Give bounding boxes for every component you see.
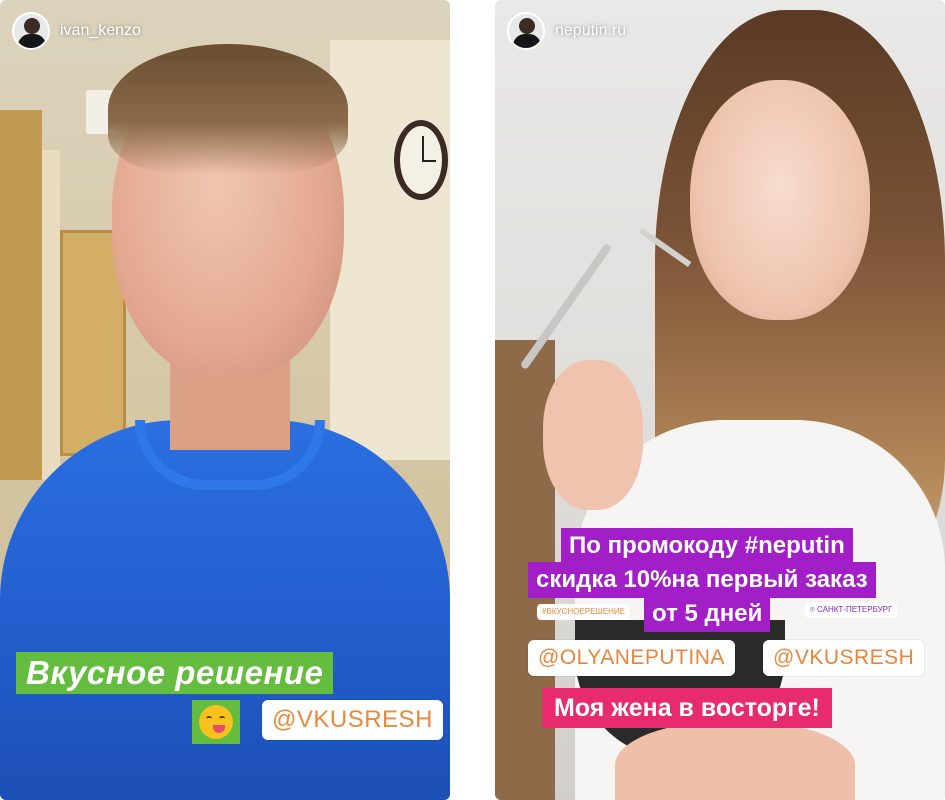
emoji-face xyxy=(199,705,233,739)
promo-text-line: от 5 дней xyxy=(644,596,771,632)
location-sticker[interactable]: ⌾ САНКТ-ПЕТЕРБУРГ xyxy=(805,602,898,618)
emoji-tongue xyxy=(213,725,225,733)
person-hair xyxy=(108,44,348,174)
caption-sticker: Моя жена в восторге! xyxy=(542,688,832,728)
story-header[interactable]: neputin.ru xyxy=(507,12,626,50)
hashtag-sticker[interactable]: #ВКУСНОЕРЕШЕНИЕ xyxy=(537,604,630,620)
person-hand-bowl xyxy=(615,720,855,800)
location-label: САНКТ-ПЕТЕРБУРГ xyxy=(817,605,893,614)
savoring-food-emoji-icon xyxy=(192,700,240,744)
promo-text-line: скидка 10%на первый заказ xyxy=(528,562,876,598)
door-left xyxy=(0,110,42,480)
avatar[interactable] xyxy=(12,12,50,50)
story-ivan-kenzo[interactable]: ivan_kenzo Вкусное решение @VKUSRESH xyxy=(0,0,450,800)
username[interactable]: neputin.ru xyxy=(555,22,626,40)
mention-sticker[interactable]: @VKUSRESH xyxy=(763,640,925,676)
person-hand xyxy=(543,360,643,510)
username[interactable]: ivan_kenzo xyxy=(60,22,141,40)
mention-sticker[interactable]: @VKUSRESH xyxy=(262,700,443,740)
avatar[interactable] xyxy=(507,12,545,50)
door-frame xyxy=(42,150,60,480)
wall xyxy=(330,40,450,460)
location-pin-icon: ⌾ xyxy=(810,605,818,614)
person-face xyxy=(690,80,870,320)
mention-sticker[interactable]: @OLYANEPUTINA xyxy=(528,640,735,676)
story-neputin[interactable]: neputin.ru xyxy=(495,0,945,800)
story-header[interactable]: ivan_kenzo xyxy=(12,12,141,50)
caption-sticker: Вкусное решение xyxy=(16,652,334,694)
wall-clock xyxy=(394,120,448,200)
promo-text-line: По промокоду #neputin xyxy=(561,528,853,564)
